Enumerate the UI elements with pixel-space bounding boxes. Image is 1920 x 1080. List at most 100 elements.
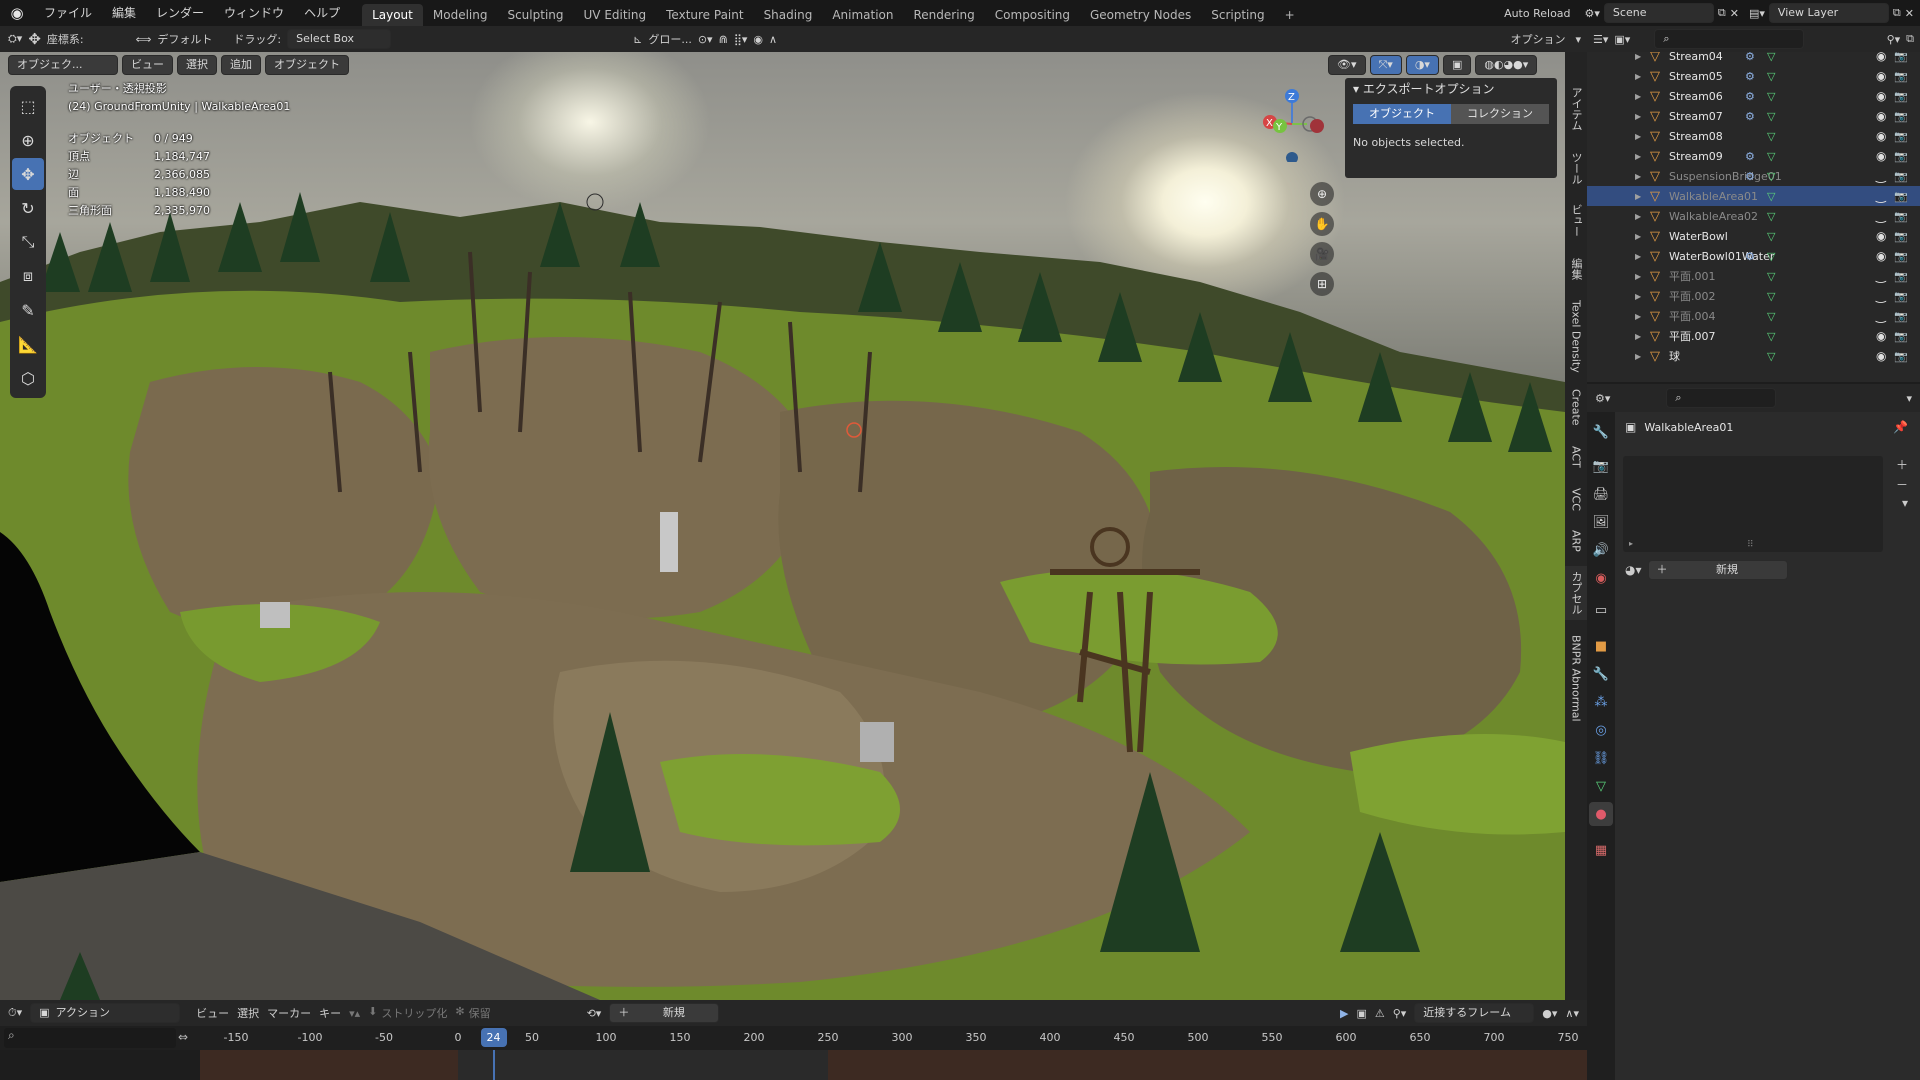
outliner-object-name[interactable]: Stream04 bbox=[1669, 52, 1723, 63]
gizmo-toggle-icon[interactable]: ⤧▾ bbox=[1369, 55, 1402, 75]
timeline-ruler[interactable]: ⌕ ⇔ -150 -100 -50 0 50 100 150 200 250 300 350 400 4… bbox=[0, 1026, 1587, 1050]
expand-arrow-icon[interactable]: ▶ bbox=[1635, 152, 1647, 161]
outliner-row[interactable]: ▶ ▽ 平面.001 ▽ ‿ 📷 bbox=[1587, 266, 1920, 286]
editor-type-icon[interactable]: ⛭▾ bbox=[8, 32, 22, 46]
proportional-edit-icon[interactable]: ◉ bbox=[753, 33, 763, 46]
remove-slot-button[interactable]: － bbox=[1896, 476, 1908, 493]
outliner-row[interactable]: ▶ ▽ Stream08 ▽ ◉ 📷 bbox=[1587, 126, 1920, 146]
select-box-tool-icon[interactable]: ⬚ bbox=[12, 90, 44, 122]
tab-capsule[interactable]: カプセル bbox=[1565, 566, 1587, 620]
navigation-gizmo[interactable]: Z X Y bbox=[1255, 82, 1335, 162]
menu-marker[interactable]: マーカー bbox=[267, 1005, 311, 1021]
outliner-object-name[interactable]: WalkableArea01 bbox=[1669, 190, 1758, 203]
stash-button[interactable]: ✻ 保留 bbox=[455, 1005, 490, 1021]
outliner-row[interactable]: ▶ ▽ Stream04 ⚙ ▽ ◉ 📷 bbox=[1587, 52, 1920, 66]
render-camera-icon[interactable]: 📷 bbox=[1894, 270, 1908, 283]
object-properties-icon[interactable]: ■ bbox=[1589, 634, 1613, 658]
scene-icon[interactable]: ⚙▾ bbox=[1585, 7, 1600, 20]
tab-animation[interactable]: Animation bbox=[822, 4, 903, 26]
overlay-toggle-icon[interactable]: ◑▾ bbox=[1405, 55, 1439, 75]
expand-arrow-icon[interactable]: ▶ bbox=[1635, 172, 1647, 181]
drag-select-dropdown[interactable]: Select Box bbox=[287, 29, 392, 49]
tab-create[interactable]: Create bbox=[1565, 382, 1587, 432]
tab-rendering[interactable]: Rendering bbox=[904, 4, 985, 26]
outliner-row[interactable]: ▶ ▽ WaterBowl01Water ⚙ ▽ ◉ 📷 bbox=[1587, 246, 1920, 266]
render-camera-icon[interactable]: 📷 bbox=[1894, 350, 1908, 363]
outliner-object-name[interactable]: 平面.001 bbox=[1669, 268, 1716, 284]
outliner-row[interactable]: ▶ ▽ 平面.007 ▽ ◉ 📷 bbox=[1587, 326, 1920, 346]
tab-shading[interactable]: Shading bbox=[754, 4, 823, 26]
export-options-title[interactable]: ▾ エクスポートオプション bbox=[1345, 78, 1557, 100]
view-layer-properties-icon[interactable]: 🖼 bbox=[1589, 510, 1613, 534]
modifier-properties-icon[interactable]: 🔧 bbox=[1589, 662, 1613, 686]
outliner-search-input[interactable]: ⌕ bbox=[1654, 29, 1805, 49]
expand-arrow-icon[interactable]: ▶ bbox=[1635, 212, 1647, 221]
expand-arrow-icon[interactable]: ▶ bbox=[1635, 352, 1647, 361]
outliner-row[interactable]: ▶ ▽ Stream09 ⚙ ▽ ◉ 📷 bbox=[1587, 146, 1920, 166]
outliner-row[interactable]: ▶ ▽ 平面.002 ▽ ‿ 📷 bbox=[1587, 286, 1920, 306]
render-camera-icon[interactable]: 📷 bbox=[1894, 290, 1908, 303]
swap-icon[interactable]: ⇔ bbox=[178, 1030, 188, 1044]
visibility-eye-icon[interactable]: ◉ bbox=[1876, 89, 1886, 103]
tab-sculpting[interactable]: Sculpting bbox=[497, 4, 573, 26]
options-chevron-icon[interactable]: ▾ bbox=[1575, 33, 1581, 46]
properties-search-input[interactable]: ⌕ bbox=[1666, 388, 1777, 408]
expand-arrow-icon[interactable]: ▶ bbox=[1635, 52, 1647, 61]
render-camera-icon[interactable]: 📷 bbox=[1894, 210, 1908, 223]
tab-vcc[interactable]: VCC bbox=[1565, 482, 1587, 516]
expand-arrow-icon[interactable]: ▶ bbox=[1635, 332, 1647, 341]
material-properties-icon[interactable]: ● bbox=[1589, 802, 1613, 826]
tab-act[interactable]: ACT bbox=[1565, 440, 1587, 474]
expand-arrow-icon[interactable]: ▶ bbox=[1635, 72, 1647, 81]
layer-arrows-icon[interactable]: ▾▴ bbox=[349, 1007, 360, 1020]
add-slot-button[interactable]: ＋ bbox=[1896, 456, 1908, 473]
transform-orientation-dropdown[interactable]: グロー... bbox=[648, 31, 692, 47]
visibility-eye-icon[interactable]: ‿ bbox=[1876, 189, 1886, 203]
expand-arrow-icon[interactable]: ▶ bbox=[1635, 292, 1647, 301]
zoom-icon[interactable]: ⊕ bbox=[1310, 182, 1334, 206]
export-collection-tab[interactable]: コレクション bbox=[1451, 104, 1549, 124]
ortho-grid-icon[interactable]: ⊞ bbox=[1310, 272, 1334, 296]
tool-properties-icon[interactable]: 🔧 bbox=[1589, 420, 1613, 444]
scene-selector[interactable]: Scene bbox=[1603, 3, 1714, 23]
collection-properties-icon[interactable]: ▭ bbox=[1589, 598, 1613, 622]
xray-icon[interactable]: ▣ bbox=[1442, 55, 1472, 75]
menu-key[interactable]: キー bbox=[319, 1005, 341, 1021]
outliner-object-name[interactable]: WalkableArea02 bbox=[1669, 210, 1758, 223]
show-hidden-icon[interactable]: ▣ bbox=[1356, 1007, 1366, 1020]
outliner-row[interactable]: ▶ ▽ SuspensionBridge01 ⚙ ▽ ‿ 📷 bbox=[1587, 166, 1920, 186]
outliner-object-name[interactable]: Stream05 bbox=[1669, 70, 1723, 83]
tab-bnpr-abnormal[interactable]: BNPR Abnormal bbox=[1565, 630, 1587, 726]
physics-properties-icon[interactable]: ◎ bbox=[1589, 718, 1613, 742]
menu-window[interactable]: ウィンドウ bbox=[214, 0, 294, 26]
visibility-eye-icon[interactable]: ◉ bbox=[1876, 349, 1886, 363]
new-action-button[interactable]: ＋ 新規 bbox=[609, 1003, 720, 1023]
render-camera-icon[interactable]: 📷 bbox=[1894, 330, 1908, 343]
properties-editor-type-icon[interactable]: ⚙▾ bbox=[1595, 392, 1610, 405]
render-camera-icon[interactable]: 📷 bbox=[1894, 190, 1908, 203]
tab-item[interactable]: アイテム bbox=[1565, 82, 1587, 136]
menu-timeline-select[interactable]: 選択 bbox=[237, 1005, 259, 1021]
expand-arrow-icon[interactable]: ▶ bbox=[1635, 232, 1647, 241]
timeline-filter-icon[interactable]: ⚲▾ bbox=[1393, 1007, 1407, 1020]
timeline-tracks[interactable] bbox=[0, 1050, 1587, 1080]
tab-modeling[interactable]: Modeling bbox=[423, 4, 498, 26]
visibility-eye-icon[interactable]: ◉ bbox=[1876, 69, 1886, 83]
outliner-row[interactable]: ▶ ▽ Stream05 ⚙ ▽ ◉ 📷 bbox=[1587, 66, 1920, 86]
menu-file[interactable]: ファイル bbox=[34, 0, 102, 26]
falloff-icon[interactable]: ∧ bbox=[769, 33, 777, 46]
properties-options-icon[interactable]: ▾ bbox=[1906, 392, 1912, 405]
snap-target-icon[interactable]: ⣿▾ bbox=[734, 33, 748, 46]
auto-reload-label[interactable]: Auto Reload bbox=[1504, 7, 1570, 20]
outliner-object-name[interactable]: SuspensionBridge01 bbox=[1669, 170, 1782, 183]
timeline-editor-type-icon[interactable]: ⏱▾ bbox=[8, 1006, 22, 1020]
outliner-object-name[interactable]: 球 bbox=[1669, 348, 1680, 364]
pin-icon[interactable]: 📌 bbox=[1893, 420, 1908, 434]
outliner-object-name[interactable]: 平面.007 bbox=[1669, 328, 1716, 344]
new-collection-icon[interactable]: ⧉ bbox=[1906, 32, 1914, 46]
tab-scripting[interactable]: Scripting bbox=[1201, 4, 1274, 26]
outliner-row[interactable]: ▶ ▽ Stream07 ⚙ ▽ ◉ 📷 bbox=[1587, 106, 1920, 126]
tab-compositing[interactable]: Compositing bbox=[985, 4, 1080, 26]
new-view-layer-icon[interactable]: ⧉ bbox=[1893, 6, 1901, 20]
outliner-row[interactable]: ▶ ▽ 球 ▽ ◉ 📷 bbox=[1587, 346, 1920, 366]
